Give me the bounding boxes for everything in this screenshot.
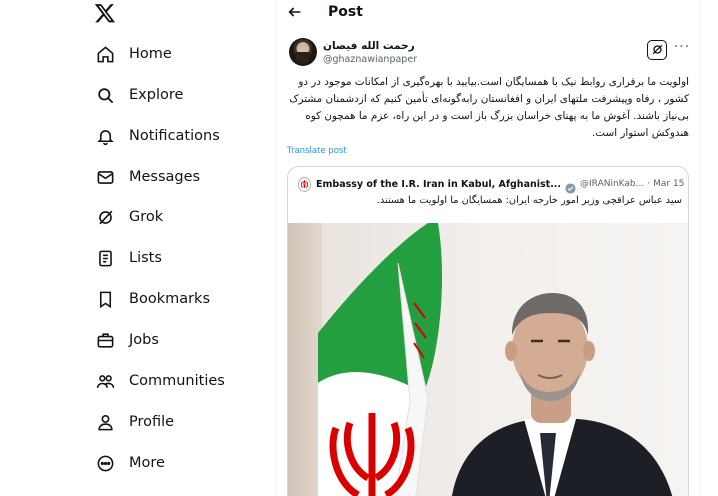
sidebar-item-lists[interactable]: Lists xyxy=(94,243,162,273)
post-text: اولویت ما برقراری روابط نیک با همسایگان … xyxy=(289,76,689,139)
sidebar-item-label: Home xyxy=(129,46,172,62)
quoted-post-date: Mar 15 xyxy=(653,179,685,189)
sidebar-item-label: Profile xyxy=(129,414,175,430)
quoted-author-handle: @IRANinKab... xyxy=(580,179,645,189)
flag-green-band xyxy=(318,223,443,393)
sidebar-item-profile[interactable]: Profile xyxy=(94,407,174,437)
sidebar-item-messages[interactable]: Messages xyxy=(94,162,200,192)
person-icon xyxy=(94,411,116,433)
sidebar-item-notifications[interactable]: Notifications xyxy=(94,121,220,151)
avatar[interactable] xyxy=(289,38,317,66)
sidebar-item-label: Lists xyxy=(129,250,162,266)
sidebar-item-more[interactable]: More xyxy=(94,448,165,478)
separator-dot: · xyxy=(647,179,651,189)
sidebar-item-label: Communities xyxy=(129,373,225,389)
verified-badge-icon xyxy=(565,179,576,194)
quoted-author-name: Embassy of the I.R. Iran in Kabul, Afgha… xyxy=(316,178,562,190)
translate-post-link[interactable]: Translate post xyxy=(287,146,347,156)
man-figure xyxy=(452,293,673,496)
sidebar-item-label: Jobs xyxy=(129,332,159,348)
x-logo-icon[interactable] xyxy=(94,2,118,26)
sidebar-item-communities[interactable]: Communities xyxy=(94,366,225,396)
grok-icon xyxy=(94,206,116,228)
sidebar-item-bookmarks[interactable]: Bookmarks xyxy=(94,284,210,314)
sidebar-item-label: Messages xyxy=(129,169,201,185)
quoted-post-photo[interactable] xyxy=(288,223,688,496)
post-header: Post xyxy=(277,0,699,26)
sidebar-item-jobs[interactable]: Jobs xyxy=(94,325,159,355)
author-handle[interactable]: @ghaznawianpaper xyxy=(323,54,417,65)
bookmark-icon xyxy=(94,288,116,310)
quoted-post-header: Embassy of the I.R. Iran in Kabul, Afgha… xyxy=(298,176,685,194)
people-icon xyxy=(94,370,116,392)
more-circle-icon xyxy=(94,452,116,474)
sidebar-item-label: More xyxy=(129,455,165,471)
briefcase-icon xyxy=(94,329,116,351)
home-icon xyxy=(94,43,116,65)
search-icon xyxy=(94,84,116,106)
sidebar-item-grok[interactable]: Grok xyxy=(94,202,163,232)
envelope-icon xyxy=(94,166,116,188)
quoted-avatar[interactable] xyxy=(298,176,311,192)
avatar-beard xyxy=(296,52,310,64)
sidebar-item-label: Notifications xyxy=(129,128,220,144)
sidebar-item-explore[interactable]: Explore xyxy=(94,80,183,110)
quoted-post-text: سید عباس عراقچی وزیر امور خارجه ایران: ه… xyxy=(376,195,682,206)
quoted-post[interactable]: Embassy of the I.R. Iran in Kabul, Afgha… xyxy=(287,166,689,496)
sidebar-item-label: Grok xyxy=(129,209,164,225)
bell-icon xyxy=(94,125,116,147)
grok-explain-button[interactable] xyxy=(647,40,667,60)
more-options-icon[interactable]: ··· xyxy=(673,40,691,56)
page-title: Post xyxy=(328,4,363,20)
author-name[interactable]: رحمت الله فیصان xyxy=(323,40,415,52)
list-icon xyxy=(94,247,116,269)
post-detail-column: Post رحمت الله فیصان @ghaznawianpaper ··… xyxy=(276,0,700,496)
sidebar-item-label: Explore xyxy=(129,87,184,103)
sidebar-nav: Home Explore Notifications Messages Grok… xyxy=(0,0,262,496)
grok-icon xyxy=(651,41,664,60)
iran-emblem-icon xyxy=(300,179,309,188)
photo-illustration xyxy=(318,223,673,496)
sidebar-item-label: Bookmarks xyxy=(129,291,211,307)
arrow-left-icon[interactable] xyxy=(287,4,305,22)
sidebar-item-home[interactable]: Home xyxy=(94,39,172,69)
